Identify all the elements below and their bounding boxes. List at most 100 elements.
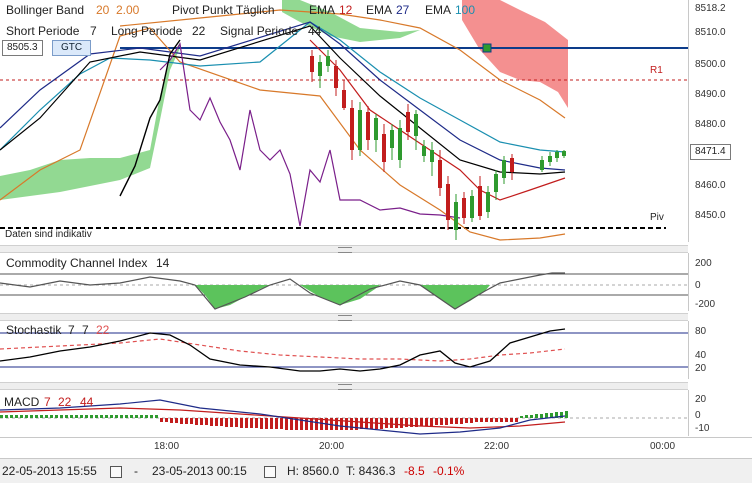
macd-bar (80, 415, 83, 418)
macd-bar (200, 418, 203, 425)
panel-divider[interactable] (0, 245, 688, 253)
macd-bar (155, 415, 158, 418)
cci-label[interactable]: Commodity Channel Index (6, 256, 147, 270)
cci-y-axis[interactable]: 200 0 -200 (688, 253, 752, 311)
y-tick: 8460.0 (695, 180, 726, 191)
ema-12-label[interactable]: EMA (309, 3, 335, 17)
pivot-label[interactable]: Pivot Punkt Täglich (172, 3, 275, 17)
macd-panel[interactable]: MACD 7 22 44 (0, 390, 688, 436)
stoch-label[interactable]: Stochastik (6, 323, 61, 337)
y-tick: 8490.0 (695, 89, 726, 100)
macd-bar (170, 418, 173, 423)
y-tick: 8450.0 (695, 210, 726, 221)
main-chart-svg (0, 0, 688, 241)
macd-bar (90, 415, 93, 418)
macd-bar (360, 418, 363, 429)
long-period-label[interactable]: Long Periode (111, 24, 182, 38)
macd-bar (445, 418, 448, 425)
ema-27-value: 27 (396, 3, 410, 17)
macd-bar (265, 418, 268, 429)
bollinger-label[interactable]: Bollinger Band (6, 3, 84, 17)
high-value: H: 8560.0 (287, 464, 340, 478)
macd-bar (135, 415, 138, 418)
macd-bar (240, 418, 243, 428)
macd-bar (475, 418, 478, 422)
macd-bar (160, 418, 163, 422)
macd-bar (535, 414, 538, 418)
macd-bar (565, 411, 568, 418)
calendar-icon[interactable] (264, 466, 276, 478)
macd-param-2: 22 (58, 395, 72, 409)
stoch-tick: 20 (695, 363, 707, 374)
stoch-tick: 40 (695, 350, 707, 361)
cci-tick: -200 (695, 299, 716, 310)
ema-100-label[interactable]: EMA (425, 3, 451, 17)
macd-bar (230, 418, 233, 427)
low-value: T: 8436.3 (346, 464, 396, 478)
macd-label[interactable]: MACD (4, 395, 39, 409)
macd-bar (310, 418, 313, 430)
macd-tick: 0 (695, 410, 701, 421)
y-tick: 8500.0 (695, 59, 726, 70)
macd-bar (395, 418, 398, 428)
main-y-axis[interactable]: 8518.2 8510.0 8500.0 8490.0 8480.0 8471.… (688, 0, 752, 242)
macd-y-axis[interactable]: 20 0 -10 (688, 390, 752, 436)
time-axis[interactable]: 18:00 20:00 22:00 00:00 (0, 437, 752, 458)
order-price-box[interactable]: 8505.3 (2, 40, 43, 56)
macd-bar (545, 413, 548, 418)
macd-bar (420, 418, 423, 426)
macd-bar (180, 418, 183, 424)
macd-bar (450, 418, 453, 424)
panel-divider[interactable] (0, 382, 688, 390)
main-chart-panel[interactable]: Bollinger Band 20 2.00 Pivot Punkt Tägli… (0, 0, 688, 242)
panel-divider[interactable] (0, 313, 688, 321)
order-line-handle (482, 43, 492, 53)
macd-bar (260, 418, 263, 429)
calendar-icon[interactable] (110, 466, 122, 478)
macd-bar (5, 415, 8, 418)
macd-bar (60, 415, 63, 418)
signal-period-label[interactable]: Signal Periode (220, 24, 298, 38)
stoch-panel[interactable]: Stochastik 7 7 22 (0, 321, 688, 379)
stoch-param-3: 22 (96, 323, 110, 337)
ema-27-label[interactable]: EMA (366, 3, 392, 17)
macd-bar (350, 418, 353, 430)
cci-tick: 200 (695, 258, 712, 269)
range-to: 23-05-2013 00:15 (152, 464, 247, 478)
macd-bar (0, 415, 3, 418)
macd-bar (385, 418, 388, 428)
macd-bar (490, 418, 493, 422)
macd-bar (290, 418, 293, 430)
macd-bar (235, 418, 238, 427)
macd-bar (500, 418, 503, 422)
y-tick: 8518.2 (695, 3, 726, 14)
macd-param-1: 7 (44, 395, 51, 409)
macd-bar (195, 418, 198, 425)
r1-label: R1 (650, 65, 663, 76)
macd-bar (515, 418, 518, 422)
macd-bar (125, 415, 128, 418)
macd-bar (110, 415, 113, 418)
range-separator: - (134, 464, 138, 478)
time-tick: 20:00 (319, 441, 345, 452)
macd-bar (430, 418, 433, 426)
macd-bar (185, 418, 188, 424)
stoch-y-axis[interactable]: 80 40 20 (688, 321, 752, 379)
stoch-signal (0, 338, 566, 362)
cci-panel[interactable]: Commodity Channel Index 14 (0, 253, 688, 311)
macd-bar (520, 416, 523, 418)
y-tick: 8510.0 (695, 27, 726, 38)
macd-bar (120, 415, 123, 418)
y-tick: 8480.0 (695, 119, 726, 130)
gtc-button[interactable]: GTC (52, 40, 92, 56)
macd-bar (270, 418, 273, 429)
macd-bar (495, 418, 498, 422)
stoch-param-1: 7 (68, 323, 75, 337)
macd-bar (285, 418, 288, 430)
macd-bar (455, 418, 458, 424)
macd-bar (460, 418, 463, 424)
macd-bar (365, 418, 368, 429)
short-period-label[interactable]: Short Periode (6, 24, 79, 38)
macd-bar (30, 415, 33, 418)
macd-bar (85, 415, 88, 418)
